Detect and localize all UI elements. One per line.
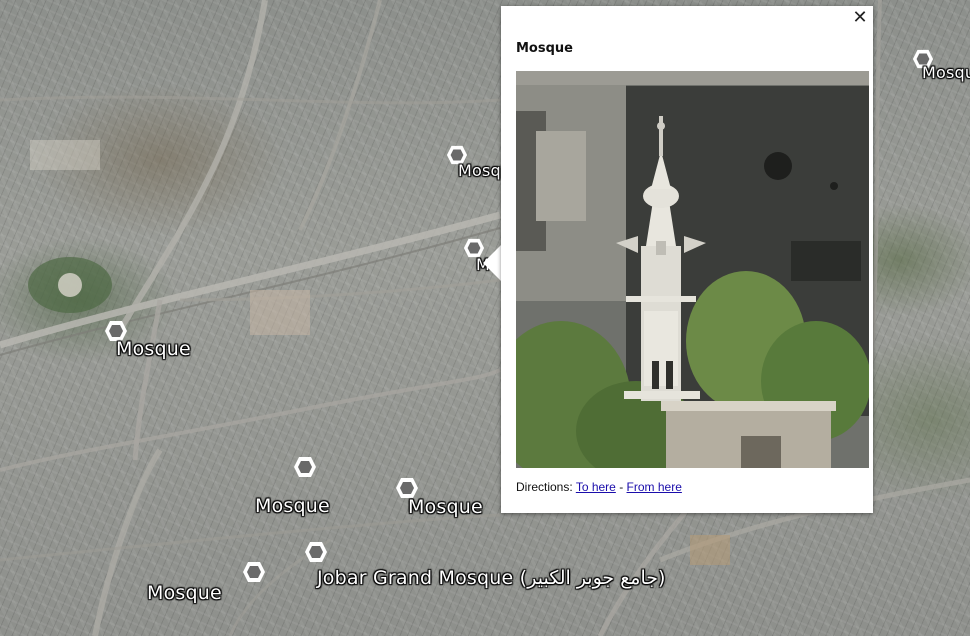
directions-label: Directions: [516,480,573,494]
from-here-link[interactable]: From here [627,480,682,494]
close-icon[interactable]: ✕ [851,9,869,27]
placemark-label[interactable]: Mosque [147,582,222,604]
minaret-photo-illustration [516,71,869,468]
placemark-label[interactable]: Mosq [458,161,501,180]
hexagon-placemark-icon [243,562,265,582]
directions-separator: - [619,480,624,494]
directions-row: Directions: To here - From here [516,480,682,494]
placemark-label-jobar-grand-mosque[interactable]: Jobar Grand Mosque (جامع جوبر الكبير) [317,567,666,589]
placemark-label[interactable]: Mosque [116,338,191,360]
hexagon-placemark-icon [305,542,327,562]
balloon-title: Mosque [516,41,573,56]
hexagon-placemark-icon [294,457,316,477]
placemark-label[interactable]: Mosque [408,496,483,518]
balloon-tail [483,244,502,282]
info-balloon: ✕ Mosque Directions: To here - From here [501,6,873,513]
minaret-photo [516,71,869,468]
placemark-label[interactable]: Mosque [255,495,330,517]
placemark-label[interactable]: Mosqu [922,63,970,82]
to-here-link[interactable]: To here [576,480,616,494]
